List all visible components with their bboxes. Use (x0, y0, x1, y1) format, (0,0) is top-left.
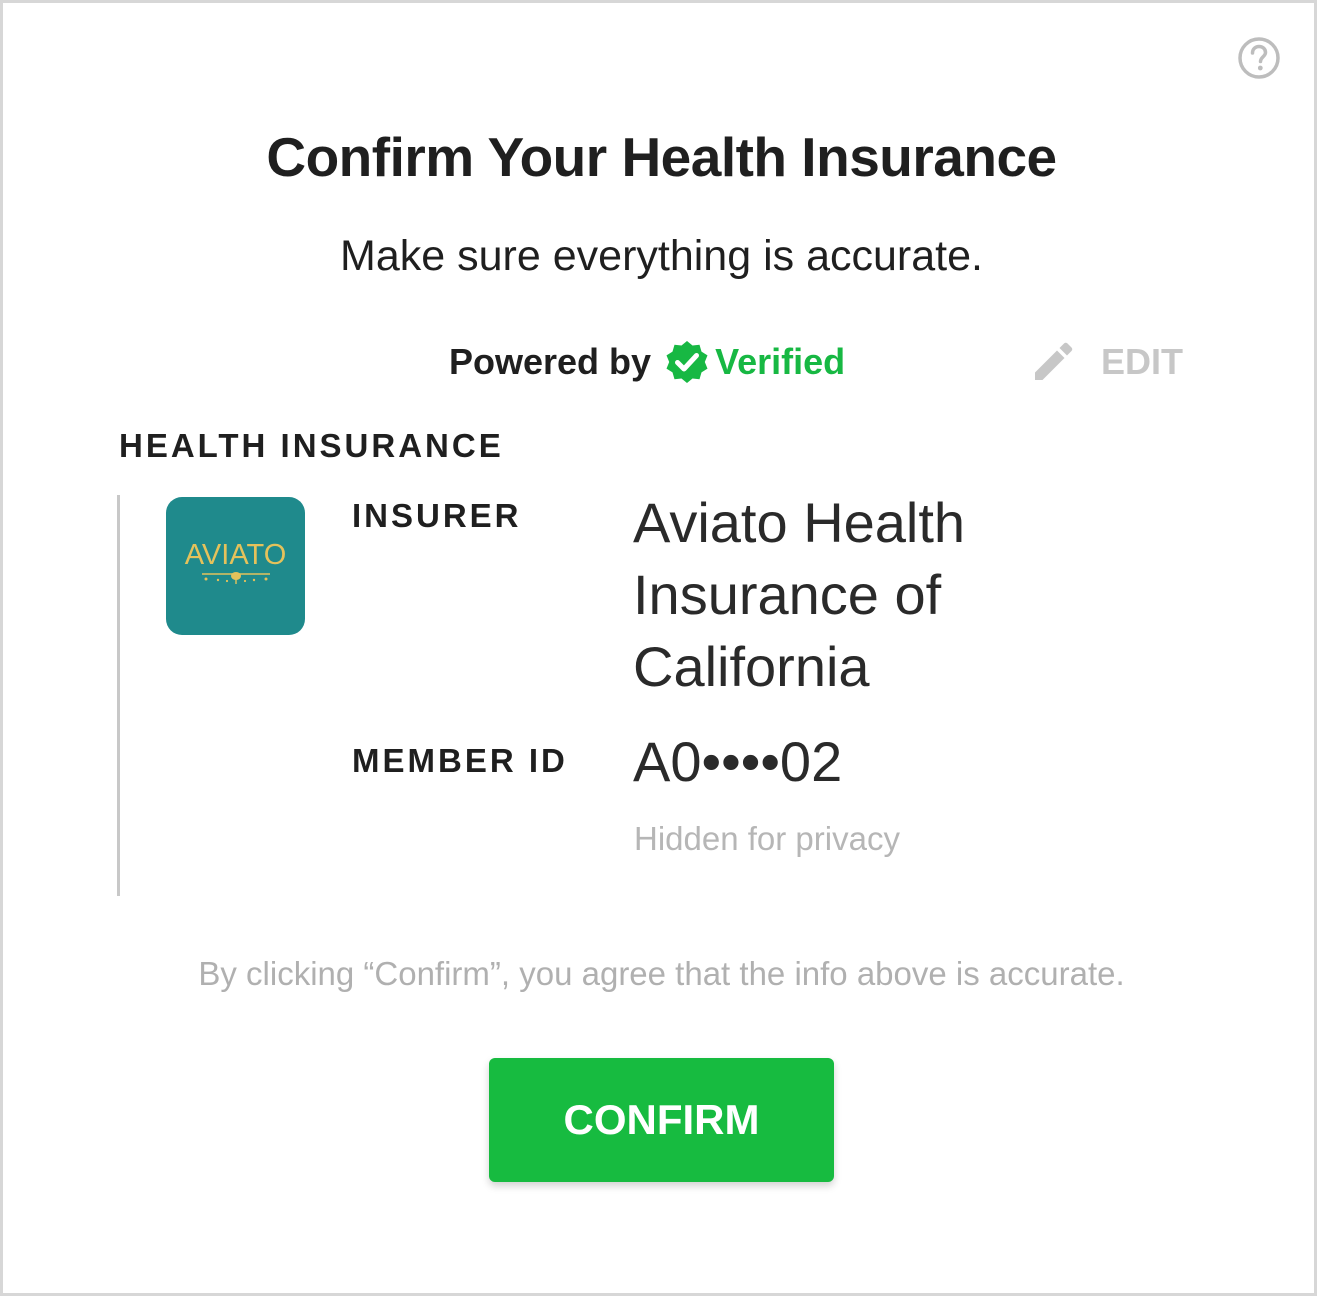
confirm-insurance-dialog: Confirm Your Health Insurance Make sure … (0, 0, 1317, 1296)
verified-brand-name: Verified (715, 341, 846, 382)
edit-button[interactable]: EDIT (1029, 337, 1183, 387)
airplane-icon (202, 572, 270, 584)
member-id-value: A0••••02 (633, 730, 843, 793)
section-divider (117, 495, 120, 896)
insurer-label: INSURER (352, 497, 522, 534)
powered-by-text: Powered by (449, 341, 652, 382)
insurer-name: Aviato Health Insurance of California (633, 491, 966, 698)
member-id-hint: Hidden for privacy (634, 820, 900, 857)
page-subtitle: Make sure everything is accurate. (340, 232, 983, 280)
confirm-button[interactable]: CONFIRM (489, 1058, 834, 1182)
insurer-logo: AVIATO (166, 497, 305, 635)
powered-by: Powered by Verified (449, 337, 845, 387)
help-button[interactable] (1237, 36, 1281, 80)
member-id-label: MEMBER ID (352, 742, 568, 779)
confirm-disclaimer: By clicking “Confirm”, you agree that th… (198, 955, 1125, 992)
verified-badge-icon (663, 338, 711, 386)
edit-label: EDIT (1101, 341, 1184, 382)
insurer-logo-text: AVIATO (184, 539, 287, 571)
pencil-icon (1029, 338, 1077, 386)
page-title: Confirm Your Health Insurance (266, 126, 1057, 188)
section-title: HEALTH INSURANCE (119, 427, 504, 464)
question-circle-icon (1238, 37, 1280, 79)
